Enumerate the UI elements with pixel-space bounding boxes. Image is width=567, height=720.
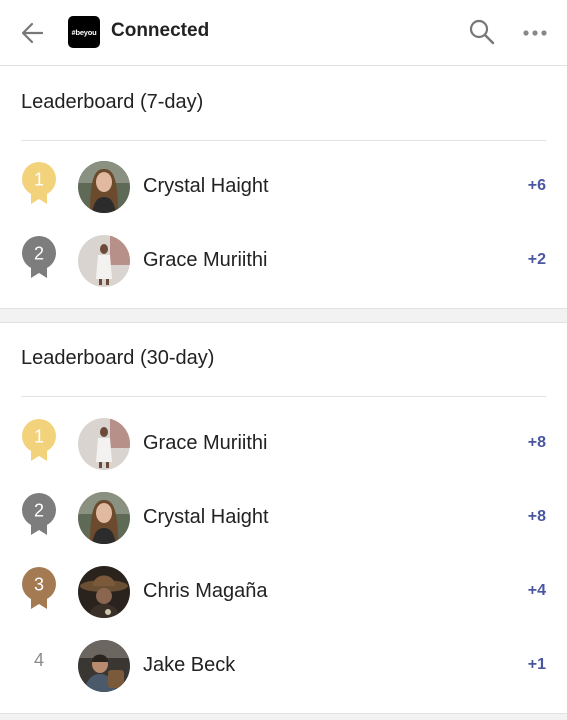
rank-number: 3 bbox=[34, 575, 44, 595]
avatar[interactable] bbox=[78, 492, 130, 544]
section-separator bbox=[0, 308, 567, 323]
leaderboard-row[interactable]: 2 Crystal Haight +8 bbox=[0, 482, 567, 556]
leaderboard-row[interactable]: 4 Jake Beck +1 bbox=[0, 630, 567, 704]
score-value: +4 bbox=[527, 582, 546, 599]
member-name: Jake Beck bbox=[143, 654, 236, 676]
member-name: Chris Magaña bbox=[143, 580, 268, 602]
search-button[interactable] bbox=[466, 16, 498, 48]
gold-medal-icon: 1 bbox=[22, 162, 56, 204]
rank-number: 1 bbox=[34, 427, 44, 447]
app-logo: #beyou bbox=[68, 16, 100, 48]
more-horizontal-icon bbox=[523, 30, 547, 36]
avatar[interactable] bbox=[78, 418, 130, 470]
silver-medal-icon: 2 bbox=[22, 493, 56, 535]
gold-medal-icon: 1 bbox=[22, 419, 56, 461]
rank-number: 2 bbox=[34, 501, 44, 521]
leaderboard-row[interactable]: 1 Crystal Haight +6 bbox=[0, 151, 567, 225]
bronze-medal-icon: 3 bbox=[22, 567, 56, 609]
search-icon bbox=[469, 19, 495, 45]
leaderboard-row[interactable]: 2 Grace Muriithi +2 bbox=[0, 225, 567, 299]
more-options-button[interactable] bbox=[518, 16, 552, 48]
avatar[interactable] bbox=[78, 566, 130, 618]
score-value: +1 bbox=[527, 656, 546, 673]
score-value: +8 bbox=[527, 508, 546, 525]
rank-number: 2 bbox=[34, 244, 44, 264]
member-name: Grace Muriithi bbox=[143, 432, 268, 454]
score-value: +8 bbox=[527, 434, 546, 451]
section-separator bbox=[0, 713, 567, 720]
section-title: Leaderboard (7-day) bbox=[21, 91, 204, 113]
leaderboard-row[interactable]: 1 Grace Muriithi +8 bbox=[0, 408, 567, 482]
leaderboard-30day-card: Leaderboard (30-day) 1 Grace Muriithi +8… bbox=[0, 323, 567, 713]
avatar[interactable] bbox=[78, 161, 130, 213]
leaderboard-row[interactable]: 3 Chris Magaña +4 bbox=[0, 556, 567, 630]
section-title: Leaderboard (30-day) bbox=[21, 347, 215, 369]
rank-number: 4 bbox=[33, 650, 44, 670]
divider bbox=[21, 140, 546, 141]
back-button[interactable] bbox=[18, 18, 48, 48]
page-title: Connected bbox=[111, 20, 210, 41]
member-name: Crystal Haight bbox=[143, 506, 269, 528]
score-value: +2 bbox=[527, 251, 546, 268]
top-app-bar: #beyou Connected bbox=[0, 0, 567, 66]
avatar[interactable] bbox=[78, 235, 130, 287]
member-name: Crystal Haight bbox=[143, 175, 269, 197]
rank-number: 1 bbox=[34, 170, 44, 190]
silver-medal-icon: 2 bbox=[22, 236, 56, 278]
leaderboard-7day-card: Leaderboard (7-day) 1 Crystal Haight +6 … bbox=[0, 67, 567, 308]
member-name: Grace Muriithi bbox=[143, 249, 268, 271]
divider bbox=[21, 396, 546, 397]
avatar[interactable] bbox=[78, 640, 130, 692]
arrow-left-icon bbox=[21, 22, 44, 44]
score-value: +6 bbox=[527, 177, 546, 194]
